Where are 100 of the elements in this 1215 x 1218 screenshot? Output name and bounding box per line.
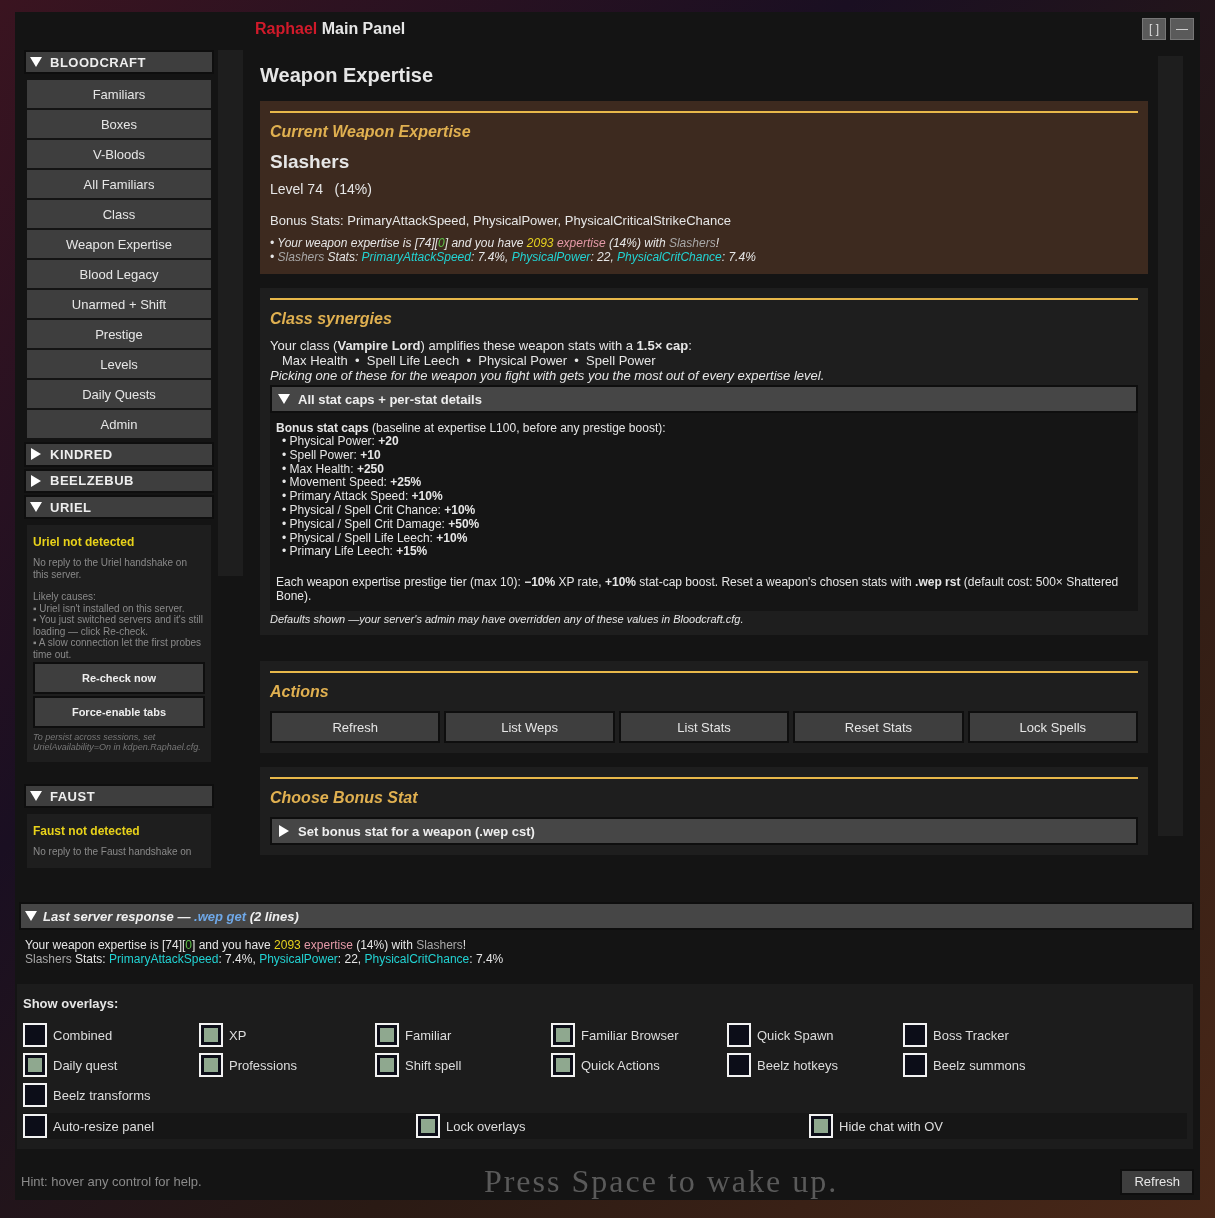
- checkbox-box[interactable]: [903, 1053, 927, 1077]
- overlay-checkbox[interactable]: Familiar: [375, 1023, 551, 1047]
- details-toggle[interactable]: Set bonus stat for a weapon (.wep cst): [270, 817, 1138, 846]
- notice-text: No reply to the Uriel handshake on this server.: [33, 557, 188, 581]
- synergy-stats: Max Health • Spell Life Leech • Physical Power • Spell Power: [282, 353, 657, 368]
- notice-text: Likely causes:: [33, 591, 97, 603]
- checkbox-box[interactable]: [375, 1053, 399, 1077]
- overlay-checkbox[interactable]: Shift spell: [375, 1053, 551, 1077]
- sidebar-group-header[interactable]: FAUST: [24, 784, 214, 809]
- overlay-checkbox[interactable]: Quick Actions: [551, 1053, 727, 1077]
- sidebar-item[interactable]: Daily Quests: [27, 380, 211, 409]
- prestige-text: Each weapon expertise prestige tier (max 10): −10% XP rate, +10% stat-cap boost. Reset a weapon's chosen stats with .wep rst (default cost: 500× Shattered Bone).: [276, 575, 1120, 604]
- cap-item: • Physical / Spell Crit Damage: +50%: [282, 517, 481, 532]
- checkbox-box[interactable]: [727, 1023, 751, 1047]
- section-title: Current Weapon Expertise: [270, 123, 472, 141]
- checkbox-box[interactable]: [23, 1083, 47, 1107]
- notice-text: No reply to the Faust handshake on: [33, 846, 193, 858]
- action-button[interactable]: List Weps: [444, 711, 615, 744]
- section-title: Choose Bonus Stat: [270, 789, 419, 808]
- details-toggle[interactable]: All stat caps + per-stat details: [270, 385, 1138, 413]
- overlay-checkbox[interactable]: Daily quest: [23, 1053, 199, 1077]
- sidebar-item[interactable]: All Familiars: [27, 170, 211, 199]
- action-button[interactable]: List Stats: [618, 711, 790, 744]
- cap-item: • Physical / Spell Crit Chance: +10%: [282, 504, 477, 518]
- action-button[interactable]: Lock Spells: [967, 711, 1139, 744]
- action-button[interactable]: Reset Stats: [793, 711, 964, 744]
- checkbox-box[interactable]: [23, 1053, 47, 1077]
- cap-item: • Max Health: +250: [282, 462, 385, 477]
- hint-text: Hint: hover any control for help.: [21, 1174, 202, 1189]
- refresh-button[interactable]: Refresh: [1120, 1168, 1194, 1195]
- sidebar-item[interactable]: Familiars: [27, 80, 211, 109]
- overlay-checkbox[interactable]: Hide chat with OV: [809, 1114, 1202, 1138]
- checkbox-box[interactable]: [375, 1023, 399, 1047]
- overlay-checkbox[interactable]: Beelz summons: [903, 1053, 1079, 1077]
- sidebar-group-header[interactable]: BEELZEBUB: [24, 468, 214, 493]
- notice-button[interactable]: Re-check now: [33, 662, 205, 695]
- checkbox-box[interactable]: [727, 1053, 751, 1077]
- overlay-checkbox[interactable]: Beelz transforms: [23, 1083, 199, 1107]
- overlay-checkbox[interactable]: Lock overlays: [416, 1114, 809, 1138]
- caps-heading: Bonus stat caps (baseline at expertise L100, before any prestige boost):: [276, 421, 667, 435]
- cap-item: • Physical / Spell Life Leech: +10%: [282, 531, 469, 546]
- sidebar-item[interactable]: Blood Legacy: [27, 260, 211, 289]
- cap-item: • Spell Power: +10: [282, 448, 382, 463]
- overlay-checkbox[interactable]: Combined: [23, 1023, 199, 1047]
- response-line: Your weapon expertise is [74][0] and you have 2093 expertise (14%) with Slashers!: [25, 938, 468, 952]
- notice-text: ▪ You just switched servers and it's still loading — click Re-check.: [33, 614, 204, 638]
- expertise-line: • Your weapon expertise is [74][0] and you have 2093 expertise (14%) with Slashers!: [270, 236, 720, 250]
- checkbox-box[interactable]: [23, 1114, 47, 1138]
- overlay-checkbox[interactable]: Auto-resize panel: [23, 1114, 416, 1138]
- sidebar-item[interactable]: Levels: [27, 350, 211, 379]
- overlay-checkbox[interactable]: Professions: [199, 1053, 375, 1077]
- sidebar-group-header[interactable]: URIEL: [24, 494, 214, 520]
- window-button[interactable]: —: [1170, 18, 1194, 40]
- sidebar-item[interactable]: Class: [27, 200, 211, 229]
- response-line: Slashers Stats: PrimaryAttackSpeed: 7.4%, PhysicalPower: 22, PhysicalCritChance: 7.4%: [25, 952, 505, 966]
- sidebar-group-header[interactable]: BLOODCRAFT: [24, 50, 214, 75]
- sidebar-group-header[interactable]: KINDRED: [24, 442, 214, 467]
- cap-item: • Movement Speed: +25%: [282, 476, 423, 491]
- checkbox-box[interactable]: [903, 1023, 927, 1047]
- page-heading: Weapon Expertise: [260, 64, 435, 87]
- cap-item: • Primary Life Leech: +15%: [282, 545, 429, 560]
- checkbox-box[interactable]: [416, 1114, 440, 1138]
- sidebar-item[interactable]: V-Bloods: [27, 140, 211, 169]
- window-title: Raphael Main Panel: [255, 20, 407, 38]
- notice-text: ▪ Uriel isn't installed on this server.: [33, 602, 186, 615]
- overlays-label: Show overlays:: [23, 996, 120, 1011]
- overlay-checkbox[interactable]: Beelz hotkeys: [727, 1053, 903, 1077]
- checkbox-box[interactable]: [199, 1023, 223, 1047]
- synergy-note: Picking one of these for the weapon you fight with gets you the most out of every expertise level.: [270, 368, 826, 383]
- checkbox-box[interactable]: [551, 1053, 575, 1077]
- sidebar-item[interactable]: Boxes: [27, 110, 211, 139]
- notice-title: Uriel not detected: [33, 535, 136, 550]
- checkbox-box[interactable]: [23, 1023, 47, 1047]
- overlay-checkbox[interactable]: Familiar Browser: [551, 1023, 727, 1047]
- response-toggle[interactable]: Last server response — .wep get (2 lines): [19, 902, 1194, 930]
- checkbox-box[interactable]: [809, 1114, 833, 1138]
- cap-item: • Primary Attack Speed: +10%: [282, 490, 444, 504]
- weapon-name: Slashers: [270, 151, 351, 173]
- level-text: Level 74 (14%): [270, 181, 373, 197]
- synergy-intro: Your class (Vampire Lord) amplifies these weapon stats with a 1.5× cap:: [270, 338, 693, 353]
- background-text: Press Space to wake up.: [482, 1163, 840, 1200]
- section-title: Actions: [270, 683, 330, 702]
- sidebar-item[interactable]: Admin: [27, 410, 211, 439]
- sidebar-item[interactable]: Prestige: [27, 320, 211, 349]
- checkbox-box[interactable]: [551, 1023, 575, 1047]
- overlay-checkbox[interactable]: Boss Tracker: [903, 1023, 1079, 1047]
- overlay-checkbox[interactable]: XP: [199, 1023, 375, 1047]
- checkbox-box[interactable]: [199, 1053, 223, 1077]
- notice-footnote: To persist across sessions, set UrielAvailability=On in kdpen.Raphael.cfg.: [33, 732, 202, 753]
- sidebar-item[interactable]: Weapon Expertise: [27, 230, 211, 259]
- section-title: Class synergies: [270, 310, 393, 328]
- window-button[interactable]: [ ]: [1142, 18, 1166, 40]
- notice-button[interactable]: Force-enable tabs: [33, 696, 205, 729]
- overlay-checkbox[interactable]: Quick Spawn: [727, 1023, 903, 1047]
- action-button[interactable]: Refresh: [270, 711, 441, 744]
- bonus-stats-text: Bonus Stats: PrimaryAttackSpeed, PhysicalPower, PhysicalCriticalStrikeChance: [270, 213, 732, 228]
- notice-title: Faust not detected: [33, 824, 141, 839]
- defaults-note: Defaults shown —your server's admin may have overridden any of these values in Bloodcraft.cfg.: [270, 613, 745, 626]
- expertise-line: • Slashers Stats: PrimaryAttackSpeed: 7.4%, PhysicalPower: 22, PhysicalCritChance: 7.4%: [270, 250, 757, 264]
- sidebar-item[interactable]: Unarmed + Shift: [27, 290, 211, 319]
